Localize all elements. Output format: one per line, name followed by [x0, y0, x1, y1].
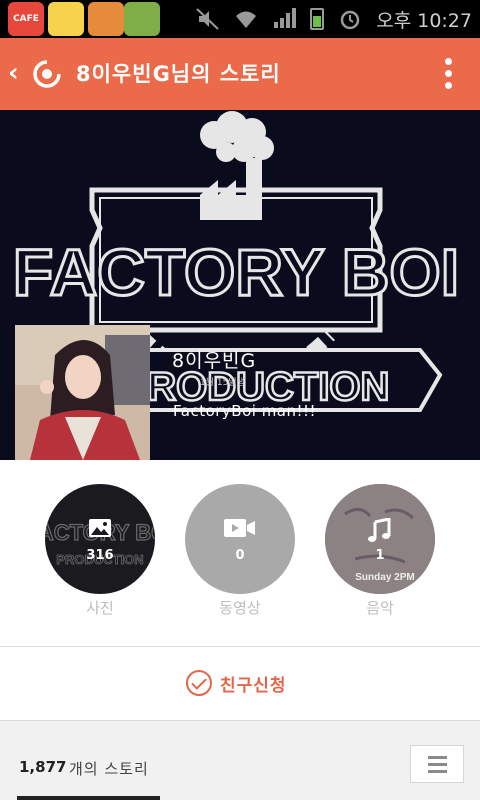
videos-count: 0: [235, 548, 245, 563]
media-section: FACTORY BOI PRODUCTION 316 사진 0 동영상 Sund…: [0, 460, 480, 646]
brand-line1-text: FACTORY BOI: [13, 235, 459, 309]
story-count-bar: 1,877 개의 스토리: [0, 721, 480, 800]
battery-icon: [310, 8, 325, 30]
mute-icon: [196, 8, 219, 30]
alarm-icon: [340, 10, 360, 30]
music-icon: [325, 517, 435, 548]
list-view-button[interactable]: [410, 745, 464, 783]
story-count-label: 개의 스토리: [69, 760, 149, 778]
clock: 오후 10:27: [376, 9, 472, 32]
video-icon: [185, 518, 295, 542]
friend-request-label: 친구신청: [220, 675, 287, 696]
cafe-app-icon: CAFE: [8, 2, 44, 36]
signal-icon: [272, 8, 297, 30]
back-chevron-icon[interactable]: ‹: [8, 58, 19, 88]
friend-request-button[interactable]: 친구신청: [186, 666, 287, 700]
story-count: 1,877: [19, 758, 67, 776]
wifi-icon: [236, 11, 257, 28]
cafe-app-label: CAFE: [13, 14, 39, 24]
music-button[interactable]: Sunday 2PM 1: [325, 484, 435, 594]
photos-label: 사진: [86, 599, 114, 617]
tab-indicator: [17, 796, 160, 800]
page-title: 8이우빈G님의 스토리: [76, 62, 281, 86]
check-circle-icon: [186, 670, 212, 696]
profile-birthday: 1월 15일생: [200, 378, 245, 388]
notification-drink-icon: [124, 2, 160, 36]
photo-icon: [45, 518, 155, 542]
music-label: 음악: [366, 599, 394, 617]
videos-label: 동영상: [219, 599, 261, 617]
avatar[interactable]: [15, 325, 150, 460]
status-bar: CAFE 오후 10:27: [0, 0, 480, 38]
photos-count: 316: [86, 548, 114, 563]
kakaostory-logo-icon[interactable]: [32, 59, 62, 89]
videos-button[interactable]: 0: [185, 484, 295, 594]
notification-avatar-icon: [88, 2, 124, 36]
overflow-menu-icon[interactable]: [444, 58, 452, 92]
music-count: 1: [375, 548, 385, 563]
profile-name: 8이우빈G: [172, 350, 257, 372]
album-text: Sunday 2PM: [355, 572, 414, 583]
friend-request-row: 친구신청: [0, 647, 480, 720]
photos-button[interactable]: FACTORY BOI PRODUCTION 316: [45, 484, 155, 594]
app-header: ‹ 8이우빈G님의 스토리: [0, 38, 480, 110]
notification-avatar-icon: [48, 2, 84, 36]
profile-status-message: FactoryBoi man!!!: [173, 402, 317, 420]
